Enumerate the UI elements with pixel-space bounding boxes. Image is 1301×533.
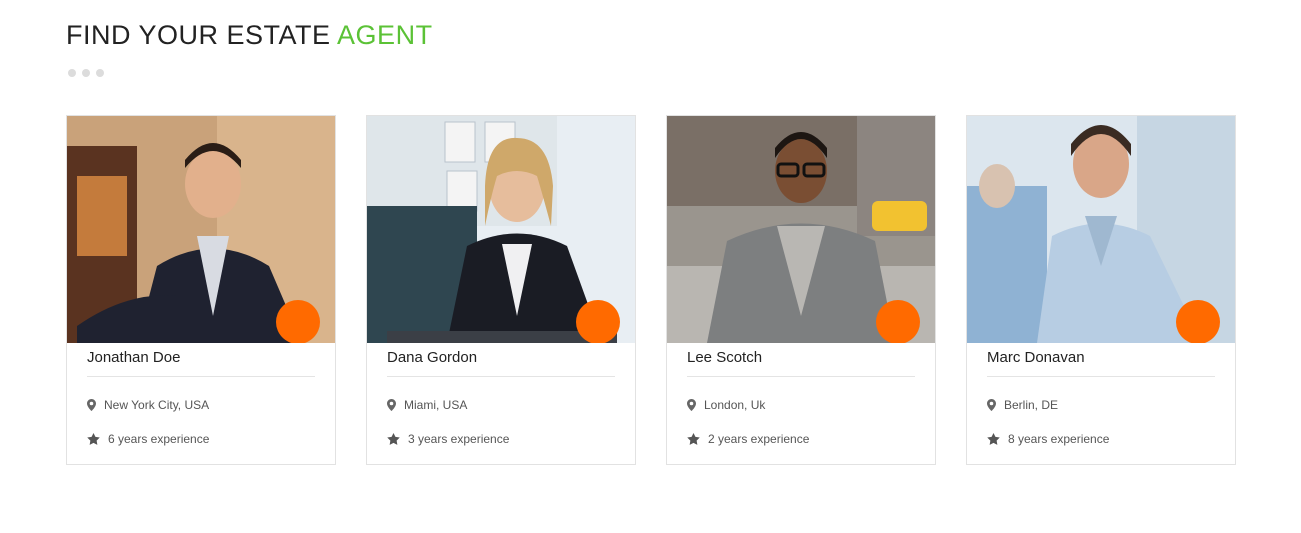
map-marker-icon bbox=[87, 399, 96, 411]
agent-name[interactable]: Lee Scotch bbox=[687, 343, 915, 377]
agent-photo[interactable] bbox=[67, 116, 335, 343]
agent-experience-text: 2 years experience bbox=[708, 432, 810, 446]
map-marker-icon bbox=[687, 399, 696, 411]
agent-location: New York City, USA bbox=[87, 388, 315, 422]
agent-experience: 2 years experience bbox=[687, 422, 915, 456]
title-main: FIND YOUR ESTATE bbox=[66, 20, 331, 50]
agent-location-text: London, Uk bbox=[704, 398, 766, 412]
title-accent: AGENT bbox=[337, 20, 433, 50]
agent-card[interactable]: Dana Gordon Miami, USA 3 years experienc… bbox=[366, 115, 636, 465]
agent-location-text: Miami, USA bbox=[404, 398, 468, 412]
agent-location: Miami, USA bbox=[387, 388, 615, 422]
agent-location-text: New York City, USA bbox=[104, 398, 210, 412]
agent-card[interactable]: Marc Donavan Berlin, DE 8 years experien… bbox=[966, 115, 1236, 465]
agent-experience: 8 years experience bbox=[987, 422, 1215, 456]
agent-experience: 3 years experience bbox=[387, 422, 615, 456]
dot bbox=[96, 69, 104, 77]
agent-photo[interactable] bbox=[967, 116, 1235, 343]
title-divider-dots bbox=[68, 69, 104, 77]
agent-experience-text: 3 years experience bbox=[408, 432, 510, 446]
agent-photo[interactable] bbox=[667, 116, 935, 343]
agent-experience-text: 6 years experience bbox=[108, 432, 210, 446]
agent-name[interactable]: Dana Gordon bbox=[387, 343, 615, 377]
star-icon bbox=[687, 433, 700, 445]
agent-experience-text: 8 years experience bbox=[1008, 432, 1110, 446]
contact-agent-button[interactable] bbox=[1176, 300, 1220, 343]
contact-agent-button[interactable] bbox=[876, 300, 920, 343]
agents-section: FIND YOUR ESTATE AGENT Jonathan Doe New … bbox=[0, 0, 1301, 533]
star-icon bbox=[387, 433, 400, 445]
dot bbox=[82, 69, 90, 77]
agent-name[interactable]: Jonathan Doe bbox=[87, 343, 315, 377]
agent-experience: 6 years experience bbox=[87, 422, 315, 456]
section-title: FIND YOUR ESTATE AGENT bbox=[66, 20, 433, 51]
map-marker-icon bbox=[987, 399, 996, 411]
agent-card[interactable]: Lee Scotch London, Uk 2 years experience bbox=[666, 115, 936, 465]
star-icon bbox=[987, 433, 1000, 445]
agent-photo[interactable] bbox=[367, 116, 635, 343]
agent-location: London, Uk bbox=[687, 388, 915, 422]
contact-agent-button[interactable] bbox=[576, 300, 620, 343]
agent-location: Berlin, DE bbox=[987, 388, 1215, 422]
star-icon bbox=[87, 433, 100, 445]
agent-card[interactable]: Jonathan Doe New York City, USA 6 years … bbox=[66, 115, 336, 465]
agent-name[interactable]: Marc Donavan bbox=[987, 343, 1215, 377]
contact-agent-button[interactable] bbox=[276, 300, 320, 343]
map-marker-icon bbox=[387, 399, 396, 411]
dot bbox=[68, 69, 76, 77]
agent-location-text: Berlin, DE bbox=[1004, 398, 1059, 412]
